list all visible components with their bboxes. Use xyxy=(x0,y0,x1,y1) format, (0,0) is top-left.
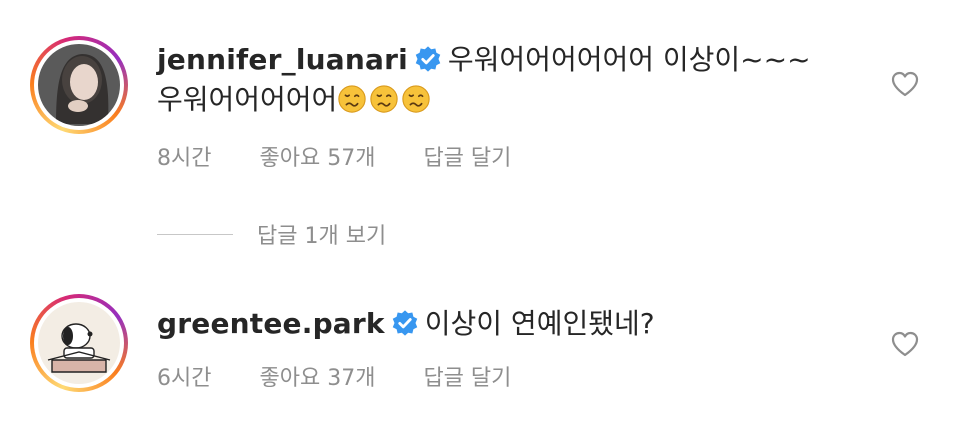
comment-likes[interactable]: 좋아요 37개 xyxy=(259,360,375,392)
comment-body: greentee.park 이상이 연예인됐네? xyxy=(157,304,655,344)
comment-body: jennifer_luanari 우워어어어어어어 이상이~~~ 우워어어어어어 xyxy=(157,40,811,120)
view-replies-button[interactable]: 답글 1개 보기 xyxy=(157,218,386,250)
woozy-face-icon xyxy=(338,85,367,113)
comment-text-continued: 우워어어어어어 xyxy=(157,83,338,116)
heart-icon[interactable] xyxy=(890,70,920,98)
woozy-face-icon xyxy=(370,85,399,113)
avatar-snoopy-icon xyxy=(38,302,120,384)
comment-time: 6시간 xyxy=(157,366,212,391)
verified-badge-icon xyxy=(392,310,417,336)
verified-badge-icon xyxy=(415,46,441,72)
woozy-face-icon xyxy=(402,85,431,113)
comment-text: 우워어어어어어어 이상이~~~ xyxy=(447,43,811,76)
avatar xyxy=(34,40,124,130)
comment-meta: 8시간 좋아요 57개 답글 달기 xyxy=(157,140,559,172)
avatar-story-ring[interactable] xyxy=(30,36,128,134)
view-replies-label: 답글 1개 보기 xyxy=(257,224,387,249)
avatar xyxy=(34,298,124,388)
heart-icon[interactable] xyxy=(890,330,920,358)
comment-text: 이상이 연예인됐네? xyxy=(424,307,655,340)
comment-username[interactable]: greentee.park xyxy=(157,307,385,340)
comment-time: 8시간 xyxy=(157,146,212,171)
reply-button[interactable]: 답글 달기 xyxy=(423,360,511,392)
avatar-photo xyxy=(38,44,120,126)
reply-button[interactable]: 답글 달기 xyxy=(423,140,511,172)
divider-line xyxy=(157,233,233,235)
comment-meta: 6시간 좋아요 37개 답글 달기 xyxy=(157,360,559,392)
avatar-story-ring[interactable] xyxy=(30,294,128,392)
comment-likes[interactable]: 좋아요 57개 xyxy=(259,140,375,172)
comment-username[interactable]: jennifer_luanari xyxy=(157,43,408,76)
